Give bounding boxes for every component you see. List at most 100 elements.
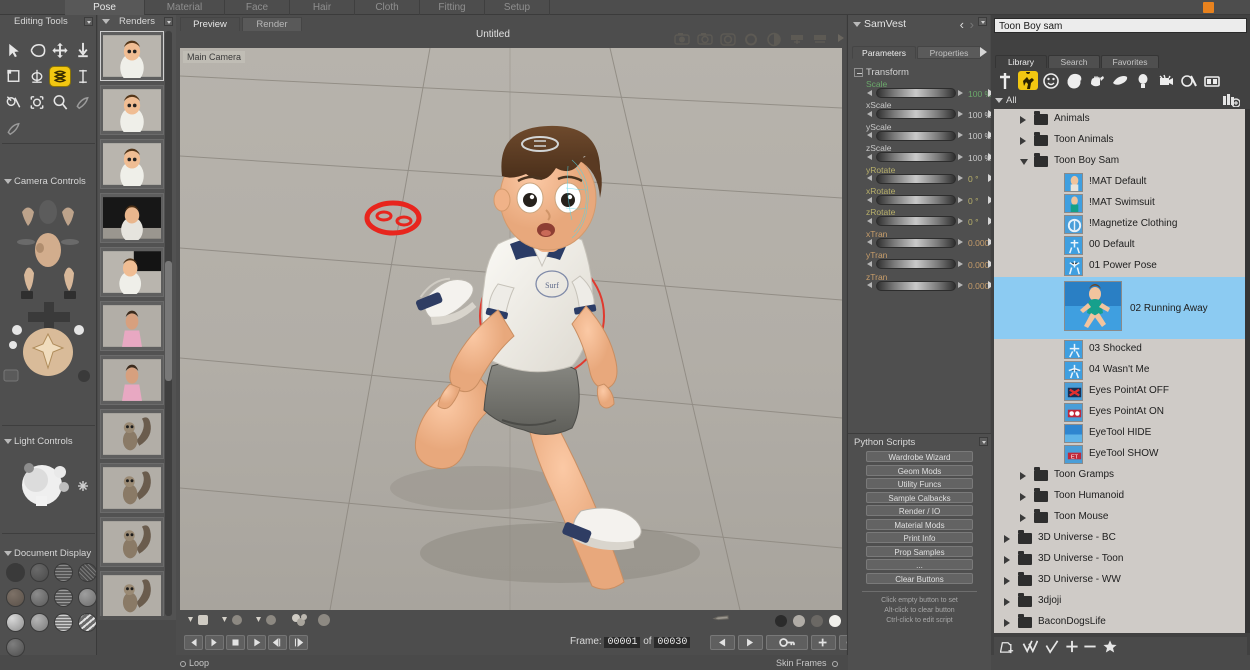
parameter-dial-zrotate[interactable]: zRotate0 ° (848, 207, 991, 228)
python-script-button[interactable]: Prop Samples (866, 546, 973, 557)
parameter-dial-scale[interactable]: Scale100 % (848, 79, 991, 100)
step-back-icon[interactable] (268, 635, 287, 650)
python-scripts-menu-icon[interactable] (979, 437, 988, 446)
dial-track[interactable] (876, 109, 956, 119)
tree-disclosure-icon[interactable] (1004, 556, 1010, 564)
tree-disclosure-icon[interactable] (1020, 514, 1026, 522)
tree-disclosure-icon[interactable] (1020, 137, 1026, 145)
python-script-button[interactable]: Print Info (866, 532, 973, 543)
library-folder-row[interactable]: Toon Gramps (994, 465, 1247, 486)
remove-icon[interactable] (1082, 639, 1098, 657)
library-tree[interactable]: AnimalsToon AnimalsToon Boy Sam!MAT Defa… (994, 109, 1247, 633)
camera-control-graphics[interactable] (0, 190, 97, 420)
python-script-button[interactable]: Clear Buttons (866, 573, 973, 584)
python-script-button[interactable]: Geom Mods (866, 465, 973, 476)
python-script-button[interactable]: Material Mods (866, 519, 973, 530)
skin-frames-toggle[interactable]: Skin Frames (776, 658, 838, 668)
parameter-dial-yrotate[interactable]: yRotate0 ° (848, 165, 991, 186)
pointer-tool-icon[interactable] (4, 41, 24, 60)
chevron-down-icon[interactable] (4, 179, 12, 184)
item-thumbnail[interactable] (1064, 257, 1083, 276)
grouping-tool-icon[interactable] (27, 93, 47, 112)
renders-menu-icon[interactable] (164, 17, 173, 26)
render-thumb-11[interactable] (100, 571, 164, 616)
multi-shading-icon[interactable] (290, 613, 310, 630)
notification-badge-icon[interactable] (1203, 2, 1214, 13)
dial-decrease-icon[interactable] (867, 132, 872, 138)
display-style-swatch[interactable] (78, 588, 97, 607)
display-style-swatch[interactable] (78, 563, 97, 582)
hair-icon[interactable] (1064, 71, 1084, 90)
dial-track[interactable] (876, 174, 956, 184)
skin-frames-radio-icon[interactable] (832, 661, 838, 667)
poses-icon[interactable] (1018, 71, 1038, 90)
dial-decrease-icon[interactable] (867, 282, 872, 288)
taper-tool-icon[interactable] (27, 67, 47, 86)
shading-preview-ball[interactable] (793, 615, 805, 627)
dial-slider[interactable]: 0.000 (866, 259, 1000, 269)
rotate-tool-icon[interactable] (27, 41, 47, 60)
dial-track[interactable] (876, 152, 956, 162)
display-style-dropdown-icon[interactable] (186, 613, 212, 630)
frame-current-field[interactable]: 00001 (604, 637, 640, 648)
chevron-down-icon[interactable] (102, 19, 110, 24)
transform-collapse-icon[interactable] (854, 68, 863, 77)
library-item-row[interactable]: ETEyeTool SHOW (994, 444, 1247, 465)
apply-icon[interactable] (1044, 639, 1060, 657)
library-item-row[interactable]: Eyes PointAt ON (994, 402, 1247, 423)
render-thumb-10[interactable] (100, 517, 164, 567)
dial-value[interactable]: 0.000 (968, 281, 989, 291)
chain-break-tool-icon[interactable] (73, 67, 93, 86)
parameters-menu-icon[interactable] (978, 17, 987, 26)
skip-to-end-icon[interactable] (205, 635, 224, 650)
add-keyframe-icon[interactable] (811, 635, 836, 650)
menu-tab-hair[interactable]: Hair (290, 0, 355, 15)
dial-value[interactable]: 0 ° (968, 217, 979, 227)
render-area-icon[interactable] (719, 30, 738, 48)
dial-decrease-icon[interactable] (867, 197, 872, 203)
dial-increase-icon[interactable] (958, 90, 963, 96)
library-item-row[interactable]: Eyes PointAt OFF (994, 381, 1247, 402)
display-style-swatch[interactable] (30, 563, 49, 582)
single-shading-icon[interactable] (316, 613, 332, 630)
add-icon[interactable] (1064, 639, 1080, 657)
display-style-swatch[interactable] (6, 588, 25, 607)
render-thumb-6[interactable] (100, 301, 164, 351)
parameter-dial-ytran[interactable]: yTran0.000 (848, 250, 991, 271)
dial-increase-icon[interactable] (958, 282, 963, 288)
dial-value[interactable]: 0 ° (968, 174, 979, 184)
dial-increase-icon[interactable] (958, 175, 963, 181)
render-thumb-3[interactable] (100, 139, 164, 189)
tree-disclosure-icon[interactable] (1004, 535, 1010, 543)
render-settings-icon[interactable] (811, 30, 830, 48)
library-item-row[interactable]: !MAT Default (994, 172, 1247, 193)
library-item-row[interactable]: EyeTool HIDE (994, 423, 1247, 444)
item-thumbnail[interactable] (1064, 340, 1083, 359)
contrast-icon[interactable] (765, 30, 784, 48)
library-item-row[interactable]: 00 Default (994, 235, 1247, 256)
shading-preview-ball[interactable] (811, 615, 823, 627)
pose-thumbnail[interactable] (1064, 281, 1122, 331)
python-script-button[interactable]: Render / IO (866, 505, 973, 516)
tree-disclosure-icon[interactable] (1020, 493, 1026, 501)
dial-increase-icon[interactable] (958, 218, 963, 224)
new-folder-icon[interactable] (1000, 639, 1016, 657)
display-style-swatch[interactable] (6, 563, 25, 582)
library-path-field[interactable]: Toon Boy sam (994, 18, 1247, 33)
dial-decrease-icon[interactable] (867, 261, 872, 267)
tracking-mode-icon[interactable] (788, 30, 807, 48)
dial-slider[interactable]: 100 % (866, 109, 1000, 119)
view-magnifier-tool-icon[interactable] (50, 93, 70, 112)
render-thumb-9[interactable] (100, 463, 164, 513)
props-icon[interactable] (1110, 71, 1130, 90)
loop-radio-icon[interactable] (180, 661, 186, 667)
render-thumb-2[interactable] (100, 85, 164, 135)
menu-tab-pose[interactable]: Pose (65, 0, 145, 15)
library-tab-search[interactable]: Search (1048, 55, 1100, 68)
dial-track[interactable] (876, 281, 956, 291)
play-icon[interactable] (247, 635, 266, 650)
tree-disclosure-icon[interactable] (1020, 116, 1026, 124)
renders-scrollbar[interactable] (165, 31, 172, 616)
dial-decrease-icon[interactable] (867, 111, 872, 117)
menu-tab-face[interactable]: Face (225, 0, 290, 15)
